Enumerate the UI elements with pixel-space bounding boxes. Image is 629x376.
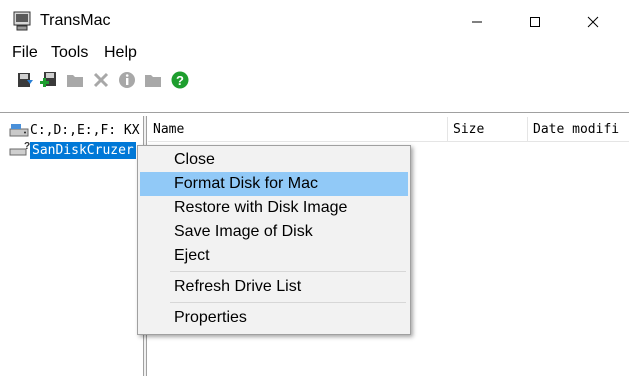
open-disk-icon	[18, 73, 33, 87]
pane-top-border	[0, 112, 629, 113]
new-folder-button[interactable]	[142, 69, 164, 91]
drive-icon	[8, 121, 30, 139]
menu-item-save-image-of-disk[interactable]: Save Image of Disk	[140, 220, 408, 244]
svg-text:?: ?	[176, 73, 184, 88]
menu-file[interactable]: File	[12, 44, 38, 62]
column-header-name[interactable]: Name	[148, 117, 448, 142]
info-button[interactable]	[116, 69, 138, 91]
folder-icon	[67, 75, 83, 87]
menu-separator	[170, 302, 406, 303]
column-header-date-modified[interactable]: Date modifi	[528, 117, 629, 142]
new-folder-icon	[145, 75, 161, 87]
maximize-icon	[530, 17, 540, 27]
delete-icon	[93, 72, 109, 88]
tree-label-selected: SanDiskCruzer	[30, 141, 136, 159]
add-disk-icon	[40, 72, 56, 87]
add-disk-button[interactable]	[38, 69, 60, 91]
tree-item-local-drives[interactable]: C:,D:,E:,F: KX	[4, 120, 140, 140]
menu-item-refresh-drive-list[interactable]: Refresh Drive List	[140, 275, 408, 299]
usb-disk-icon: ?	[8, 141, 30, 159]
delete-button[interactable]	[90, 69, 112, 91]
menu-item-close[interactable]: Close	[140, 148, 408, 172]
toolbar: ?	[0, 66, 629, 96]
help-icon: ?	[171, 71, 189, 89]
maximize-button[interactable]	[506, 0, 564, 44]
folder-button[interactable]	[64, 69, 86, 91]
help-button[interactable]: ?	[169, 69, 191, 91]
tree-label: C:,D:,E:,F: KX	[30, 122, 140, 138]
menu-separator	[170, 271, 406, 272]
menu-bar: File Tools Help	[0, 44, 629, 64]
menu-help[interactable]: Help	[104, 44, 137, 62]
file-list-header: Name Size Date modifi	[148, 117, 629, 142]
close-icon	[587, 16, 599, 28]
transmac-app-icon	[12, 11, 32, 31]
menu-tools[interactable]: Tools	[51, 44, 88, 62]
column-header-size[interactable]: Size	[448, 117, 528, 142]
menu-item-format-disk-for-mac[interactable]: Format Disk for Mac	[140, 172, 408, 196]
context-menu: Close Format Disk for Mac Restore with D…	[137, 145, 411, 335]
title-bar: TransMac	[0, 0, 629, 44]
menu-item-restore-with-disk-image[interactable]: Restore with Disk Image	[140, 196, 408, 220]
minimize-icon	[472, 21, 482, 23]
menu-item-properties[interactable]: Properties	[140, 306, 408, 330]
drive-tree: C:,D:,E:,F: KX ? SanDiskCruzer	[4, 116, 143, 376]
menu-item-eject[interactable]: Eject	[140, 244, 408, 268]
window-title: TransMac	[40, 12, 111, 29]
open-disk-button[interactable]	[14, 69, 36, 91]
info-icon	[119, 72, 135, 88]
minimize-button[interactable]	[448, 0, 506, 44]
tree-item-sandisk[interactable]: ? SanDiskCruzer	[4, 140, 136, 160]
close-window-button[interactable]	[564, 0, 622, 44]
